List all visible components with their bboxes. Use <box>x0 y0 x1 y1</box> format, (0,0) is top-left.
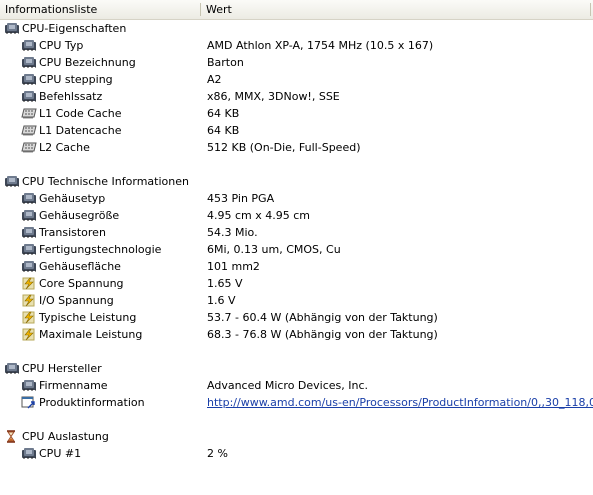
item-value: 512 KB (On-Die, Full-Speed) <box>207 141 361 154</box>
item-value: A2 <box>207 73 222 86</box>
product-info-link[interactable]: http://www.amd.com/us-en/Processors/Prod… <box>207 394 593 411</box>
cpu-chip-icon <box>21 379 37 392</box>
cpu-chip-icon <box>21 192 37 205</box>
voltage-bolt-icon <box>21 311 37 324</box>
item-label: Gehäusefläche <box>39 260 121 273</box>
item-label: I/O Spannung <box>39 294 114 307</box>
section-title: CPU Hersteller <box>22 362 102 375</box>
section-title: CPU Technische Informationen <box>22 175 189 188</box>
voltage-bolt-icon <box>21 328 37 341</box>
list-item-fertigungstechnologie[interactable]: Fertigungstechnologie 6Mi, 0.13 um, CMOS,… <box>0 241 593 258</box>
hourglass-icon <box>4 430 20 443</box>
voltage-bolt-icon <box>21 294 37 307</box>
column-header-wert[interactable]: Wert <box>201 0 593 19</box>
list-item-typische-leistung[interactable]: Typische Leistung 53.7 - 60.4 W (Abhängig… <box>0 309 593 326</box>
item-label: Typische Leistung <box>39 311 137 324</box>
item-label: L2 Cache <box>39 141 90 154</box>
list-item-geh-usetyp[interactable]: Gehäusetyp 453 Pin PGA <box>0 190 593 207</box>
cpu-chip-icon <box>21 260 37 273</box>
item-value: 101 mm2 <box>207 260 260 273</box>
memory-module-icon <box>21 124 37 137</box>
item-label: Firmenname <box>39 379 108 392</box>
list-item-cpu-stepping[interactable]: CPU stepping A2 <box>0 71 593 88</box>
item-value: AMD Athlon XP-A, 1754 MHz (10.5 x 167) <box>207 39 434 52</box>
item-value: x86, MMX, 3DNow!, SSE <box>207 90 340 103</box>
cpu-chip-icon <box>21 209 37 222</box>
list-item-cpu-bezeichnung[interactable]: CPU Bezeichnung Barton <box>0 54 593 71</box>
item-value: 68.3 - 76.8 W (Abhängig von der Taktung) <box>207 328 438 341</box>
list-item-cpu-1[interactable]: CPU #1 2 % <box>0 445 593 462</box>
memory-module-icon <box>21 107 37 120</box>
item-value: 453 Pin PGA <box>207 192 275 205</box>
cpu-chip-icon <box>21 56 37 69</box>
cpu-chip-icon <box>21 226 37 239</box>
cpu-chip-icon <box>21 39 37 52</box>
list-item-maximale-leistung[interactable]: Maximale Leistung 68.3 - 76.8 W (Abhängig… <box>0 326 593 343</box>
list-item-produktinformation[interactable]: Produktinformation http://www.amd.com/us-… <box>0 394 593 411</box>
list-item-l2-cache[interactable]: L2 Cache 512 KB (On-Die, Full-Speed) <box>0 139 593 156</box>
section-title: CPU Auslastung <box>22 430 109 443</box>
item-value: 53.7 - 60.4 W (Abhängig von der Taktung) <box>207 311 438 324</box>
list-item-i-o-spannung[interactable]: I/O Spannung 1.6 V <box>0 292 593 309</box>
cpu-chip-icon <box>4 175 20 188</box>
item-value: 2 % <box>207 447 228 460</box>
section-header-cpu-hersteller[interactable]: CPU Hersteller <box>0 360 593 377</box>
voltage-bolt-icon <box>21 277 37 290</box>
item-value: 64 KB <box>207 124 240 137</box>
item-label: L1 Datencache <box>39 124 122 137</box>
list-item-transistoren[interactable]: Transistoren 54.3 Mio. <box>0 224 593 241</box>
item-label: Produktinformation <box>39 396 145 409</box>
cpu-chip-icon <box>21 243 37 256</box>
web-link-icon <box>21 396 37 409</box>
item-value: 64 KB <box>207 107 240 120</box>
cpu-chip-icon <box>21 73 37 86</box>
item-label: Fertigungstechnologie <box>39 243 162 256</box>
item-label: Gehäusetyp <box>39 192 106 205</box>
item-label: CPU stepping <box>39 73 113 86</box>
section-header-cpu-auslastung[interactable]: CPU Auslastung <box>0 428 593 445</box>
section-header-cpu-technische-informationen[interactable]: CPU Technische Informationen <box>0 173 593 190</box>
item-label: CPU Bezeichnung <box>39 56 136 69</box>
section-title: CPU-Eigenschaften <box>22 22 127 35</box>
list-item-cpu-typ[interactable]: CPU Typ AMD Athlon XP-A, 1754 MHz (10.5 x… <box>0 37 593 54</box>
list-item-befehlssatz[interactable]: Befehlssatz x86, MMX, 3DNow!, SSE <box>0 88 593 105</box>
cpu-chip-icon <box>21 447 37 460</box>
item-label: Gehäusegröße <box>39 209 120 222</box>
item-label: Maximale Leistung <box>39 328 143 341</box>
item-label: CPU #1 <box>39 447 82 460</box>
info-list: CPU-Eigenschaften CPU Typ AMD Athlon XP-A,… <box>0 20 593 462</box>
list-item-core-spannung[interactable]: Core Spannung 1.65 V <box>0 275 593 292</box>
item-value: 4.95 cm x 4.95 cm <box>207 209 311 222</box>
cpu-chip-icon <box>4 22 20 35</box>
list-header: Informationsliste Wert <box>0 0 593 20</box>
list-item-firmenname[interactable]: Firmenname Advanced Micro Devices, Inc. <box>0 377 593 394</box>
item-label: Befehlssatz <box>39 90 103 103</box>
item-label: CPU Typ <box>39 39 84 52</box>
cpu-chip-icon <box>21 90 37 103</box>
item-value: 1.6 V <box>207 294 236 307</box>
column-divider[interactable] <box>590 3 591 16</box>
item-value: 6Mi, 0.13 um, CMOS, Cu <box>207 243 341 256</box>
item-label: L1 Code Cache <box>39 107 122 120</box>
list-item-geh-usegr-e[interactable]: Gehäusegröße 4.95 cm x 4.95 cm <box>0 207 593 224</box>
section-header-cpu-eigenschaften[interactable]: CPU-Eigenschaften <box>0 20 593 37</box>
item-label: Transistoren <box>39 226 106 239</box>
memory-module-icon <box>21 141 37 154</box>
cpu-chip-icon <box>4 362 20 375</box>
list-item-l1-datencache[interactable]: L1 Datencache 64 KB <box>0 122 593 139</box>
item-label: Core Spannung <box>39 277 124 290</box>
list-item-l1-code-cache[interactable]: L1 Code Cache 64 KB <box>0 105 593 122</box>
list-item-geh-usefl-che[interactable]: Gehäusefläche 101 mm2 <box>0 258 593 275</box>
column-header-informationsliste[interactable]: Informationsliste <box>0 0 200 19</box>
item-value: 54.3 Mio. <box>207 226 258 239</box>
item-value: 1.65 V <box>207 277 243 290</box>
item-value: Barton <box>207 56 244 69</box>
item-value: Advanced Micro Devices, Inc. <box>207 379 369 392</box>
